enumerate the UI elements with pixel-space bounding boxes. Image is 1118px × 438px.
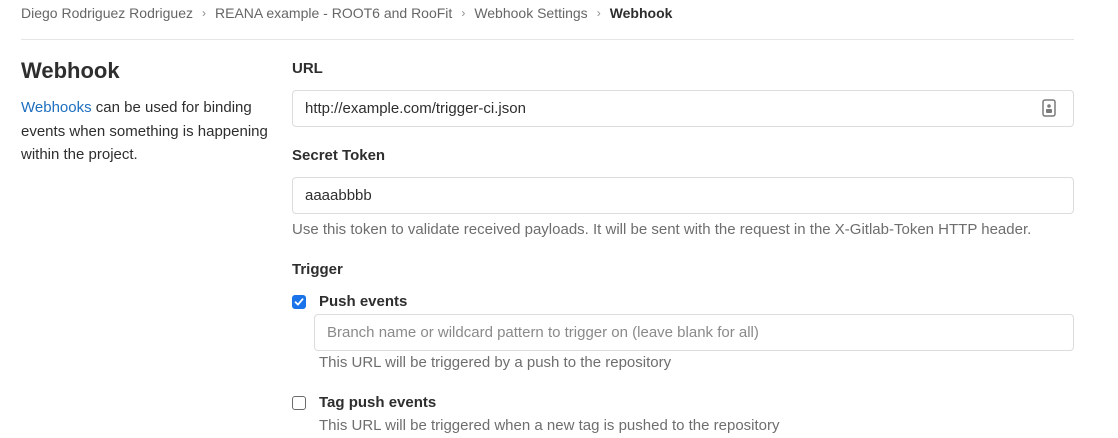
push-events-checkbox[interactable] <box>292 295 306 309</box>
secret-token-label: Secret Token <box>292 147 386 164</box>
url-label: URL <box>292 60 323 77</box>
breadcrumb-item-webhook-settings[interactable]: Webhook Settings <box>474 5 587 21</box>
tag-push-events-help: This URL will be triggered when a new ta… <box>319 417 780 434</box>
tag-push-events-label[interactable]: Tag push events <box>319 394 436 411</box>
breadcrumb: Diego Rodriguez Rodriguez › REANA exampl… <box>21 4 672 22</box>
url-input[interactable] <box>292 90 1074 127</box>
webhook-settings-page: Diego Rodriguez Rodriguez › REANA exampl… <box>0 0 1118 438</box>
push-events-help: This URL will be triggered by a push to … <box>319 354 672 371</box>
trigger-label: Trigger <box>292 261 343 278</box>
section-intro: Webhook Webhooks can be used for binding… <box>21 56 271 167</box>
secret-token-help: Use this token to validate received payl… <box>292 221 1032 238</box>
chevron-right-icon: › <box>202 6 206 20</box>
webhooks-help-link[interactable]: Webhooks <box>21 99 92 116</box>
breadcrumb-item-current: Webhook <box>609 5 673 21</box>
header-divider <box>21 39 1074 40</box>
chevron-right-icon: › <box>461 6 466 20</box>
section-description: Webhooks can be used for binding events … <box>21 96 271 167</box>
checkmark-icon <box>294 298 304 306</box>
push-events-label[interactable]: Push events <box>319 293 407 310</box>
secret-token-input[interactable] <box>292 177 1074 214</box>
push-events-branch-filter-input[interactable] <box>314 314 1074 351</box>
password-manager-icon[interactable] <box>1042 99 1056 117</box>
tag-push-events-checkbox[interactable] <box>292 396 306 410</box>
breadcrumb-item-project[interactable]: REANA example - ROOT6 and RooFit <box>215 5 452 21</box>
breadcrumb-item-user[interactable]: Diego Rodriguez Rodriguez <box>21 5 193 21</box>
section-title: Webhook <box>21 58 120 83</box>
chevron-right-icon: › <box>596 6 601 20</box>
